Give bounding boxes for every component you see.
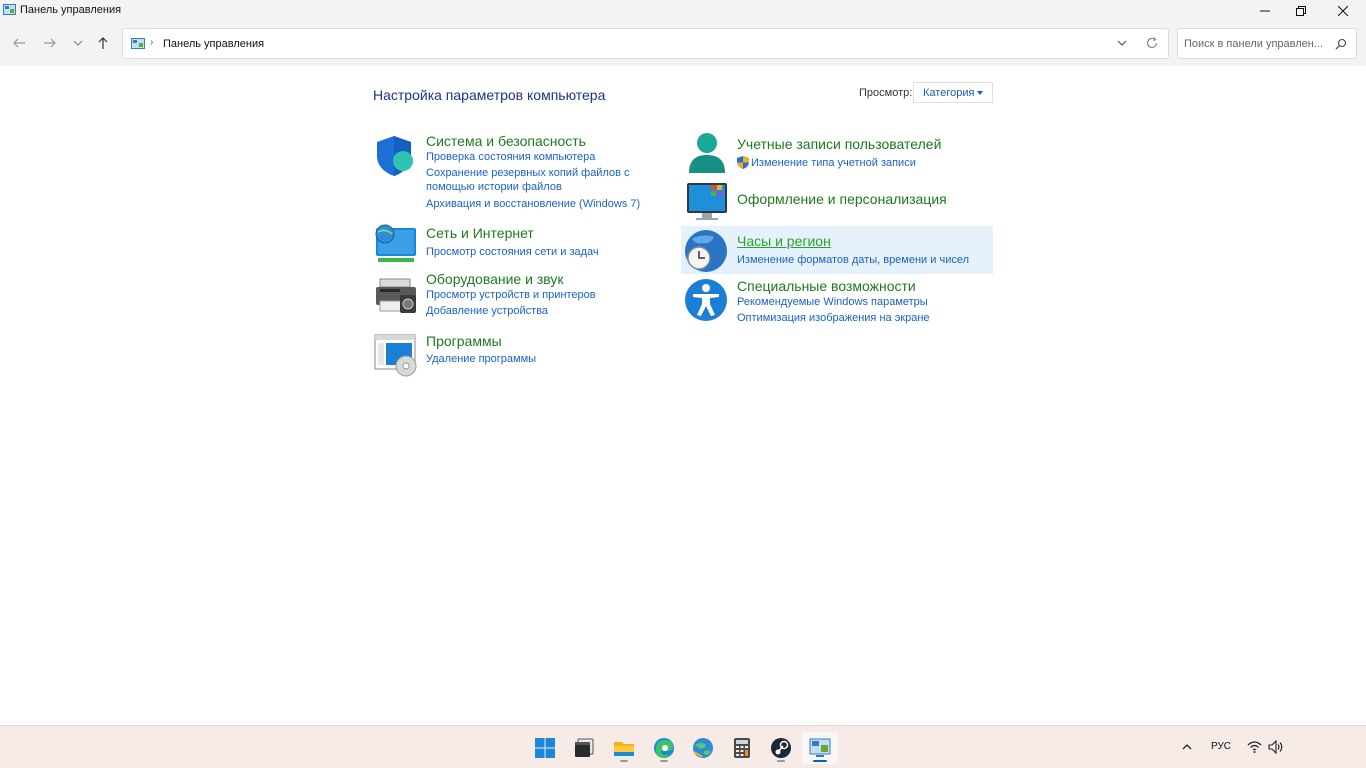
category-title-programs[interactable]: Программы (426, 333, 502, 349)
window-title: Панель управления (20, 4, 122, 16)
start-icon (535, 738, 555, 758)
link-network-status[interactable]: Просмотр состояния сети и задач (426, 245, 599, 260)
taskbar: РУС (0, 725, 1366, 768)
view-by-label: Просмотр: (859, 87, 913, 99)
volume-icon[interactable] (1268, 740, 1284, 754)
arrow-right-icon (44, 38, 56, 48)
address-bar[interactable]: › Панель управления (122, 28, 1169, 59)
file-explorer-icon (614, 742, 634, 756)
chevron-up-icon[interactable] (1180, 740, 1194, 754)
taskbar-file-explorer[interactable] (606, 732, 642, 764)
category-title-system-security[interactable]: Система и безопасность (426, 133, 586, 149)
arrow-up-icon (98, 37, 108, 49)
printer-icon (376, 278, 416, 313)
chevron-down-icon[interactable] (1116, 37, 1128, 49)
breadcrumb-separator-icon[interactable]: › (150, 37, 153, 48)
taskbar-calculator[interactable] (724, 732, 760, 764)
close-button[interactable] (1320, 0, 1366, 21)
accessibility-icon (685, 279, 727, 321)
active-indicator (813, 760, 827, 762)
restore-icon (1296, 5, 1306, 16)
view-by-dropdown[interactable]: Категория (913, 82, 993, 103)
search-input[interactable] (1184, 35, 1332, 53)
view-by-value: Категория (923, 87, 975, 99)
steam-icon (771, 738, 791, 758)
taskbar-edge[interactable] (646, 732, 682, 764)
programs-icon (374, 334, 417, 377)
category-title-accessibility[interactable]: Специальные возможности (737, 278, 916, 294)
control-panel-icon (809, 738, 831, 757)
shield-icon (377, 136, 413, 176)
chevron-down-icon (73, 40, 83, 46)
title-bar: Панель управления (0, 0, 1366, 21)
control-panel-icon (131, 38, 145, 49)
calculator-icon (734, 738, 750, 758)
start-button[interactable] (527, 732, 563, 764)
link-file-history[interactable]: Сохранение резервных копий файлов с (426, 166, 630, 181)
navigation-bar: › Панель управления (0, 21, 1366, 66)
running-indicator (620, 760, 628, 762)
control-panel-icon (3, 4, 16, 15)
search-box[interactable] (1177, 28, 1357, 59)
link-check-computer-status[interactable]: Проверка состояния компьютера (426, 150, 595, 165)
back-button[interactable] (9, 33, 29, 53)
clock-globe-icon (685, 230, 727, 272)
restore-button[interactable] (1278, 0, 1324, 21)
monitor-personalization-icon (687, 183, 727, 220)
link-optimize-visual-display[interactable]: Оптимизация изображения на экране (737, 311, 930, 326)
language-indicator[interactable]: РУС (1211, 741, 1231, 752)
breadcrumb[interactable]: Панель управления (163, 38, 264, 50)
recent-locations-button[interactable] (68, 33, 88, 53)
minimize-icon (1260, 10, 1270, 11)
search-icon[interactable] (1335, 38, 1347, 50)
terminal-icon (575, 738, 594, 757)
wifi-icon[interactable] (1247, 740, 1262, 754)
page-title: Настройка параметров компьютера (373, 87, 606, 103)
link-backup-restore[interactable]: Архивация и восстановление (Windows 7) (426, 197, 640, 212)
link-add-device[interactable]: Добавление устройства (426, 304, 548, 319)
taskbar-terminal[interactable] (566, 732, 602, 764)
user-icon (689, 133, 725, 173)
caret-down-icon (977, 91, 983, 95)
category-title-user-accounts[interactable]: Учетные записи пользователей (737, 136, 941, 152)
category-title-clock-region[interactable]: Часы и регион (737, 233, 831, 249)
refresh-icon[interactable] (1145, 36, 1159, 50)
link-change-date-formats[interactable]: Изменение форматов даты, времени и чисел (737, 253, 969, 268)
category-title-hardware-sound[interactable]: Оборудование и звук (426, 271, 564, 287)
close-icon (1338, 5, 1348, 16)
arrow-left-icon (13, 38, 25, 48)
taskbar-maps[interactable] (685, 732, 721, 764)
forward-button[interactable] (40, 33, 60, 53)
network-globe-icon (375, 224, 416, 262)
category-title-personalization[interactable]: Оформление и персонализация (737, 191, 947, 207)
taskbar-steam[interactable] (763, 732, 799, 764)
link-recommended-settings[interactable]: Рекомендуемые Windows параметры (737, 295, 928, 310)
edge-icon (654, 738, 674, 758)
link-devices-printers[interactable]: Просмотр устройств и принтеров (426, 288, 596, 303)
running-indicator (777, 760, 785, 762)
link-file-history-cont[interactable]: помощью истории файлов (426, 180, 562, 195)
uac-shield-icon (737, 156, 749, 169)
category-title-network[interactable]: Сеть и Интернет (426, 225, 534, 241)
link-change-account-type[interactable]: Изменение типа учетной записи (751, 156, 916, 171)
running-indicator (660, 760, 668, 762)
link-uninstall-program[interactable]: Удаление программы (426, 352, 536, 367)
taskbar-control-panel[interactable] (802, 732, 838, 764)
maps-icon (693, 738, 713, 758)
up-button[interactable] (93, 33, 113, 53)
